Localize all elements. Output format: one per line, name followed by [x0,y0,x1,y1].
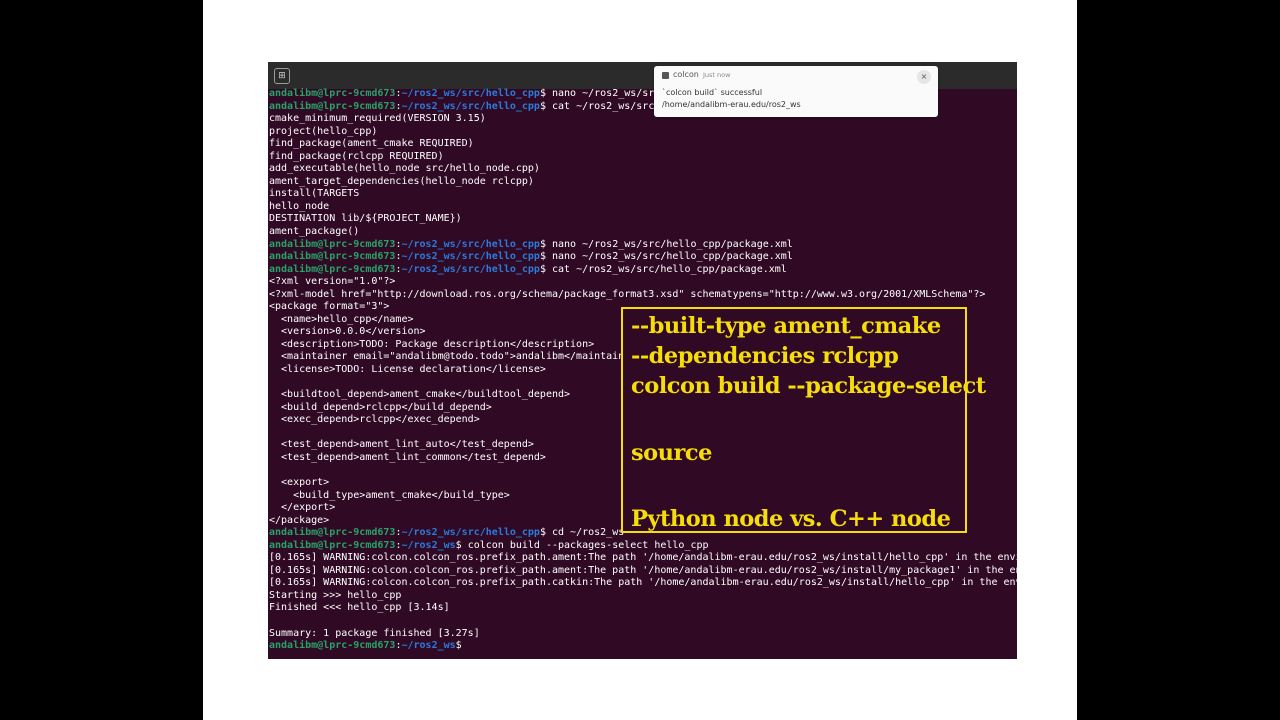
command-text: nano ~/ros2_ws/src/hello_cpp/package.xml [552,238,793,250]
command-text: nano ~/ros2_ws/src/hello_cpp/package.xml [552,251,793,263]
prompt-user: andalibm@lprc-9cmd673 [269,263,396,275]
prompt-line: andalibm@lprc-9cmd673:~/ros2_ws/src/hell… [269,251,1017,264]
prompt-path: ~/ros2_ws/src/hello_cpp [401,527,540,539]
prompt-path: ~/ros2_ws/src/hello_cpp [401,263,540,275]
annotation-box: --built-type ament_cmake --dependencies … [621,307,986,533]
new-tab-icon[interactable]: ⊞ [274,68,290,84]
output-line: add_executable(hello_node src/hello_node… [269,163,540,175]
output-line: DESTINATION lib/${PROJECT_NAME}) [269,213,462,225]
command-text: colcon build --packages-select hello_cpp [467,539,709,551]
prompt-dollar: $ [539,527,552,539]
output-line: Starting >>> hello_cpp [269,589,402,601]
prompt-line: andalibm@lprc-9cmd673:~/ros2_ws/src/hell… [269,264,1017,277]
output-line: ament_target_dependencies(hello_node rcl… [269,175,534,187]
command-text: cat ~/ros2_ws/src/hello_cpp/package.xml [552,263,787,275]
output-line: find_package(rclcpp REQUIRED) [269,150,444,162]
prompt-dollar: $ [455,539,468,551]
prompt-path: ~/ros2_ws [401,640,456,652]
prompt-path: ~/ros2_ws/src/hello_cpp [401,88,540,99]
annotation-line-5: Python node vs. C++ node [631,506,951,532]
prompt-line: andalibm@lprc-9cmd673:~/ros2_ws$ [269,640,1017,653]
annotation-line-2: --dependencies rclcpp [631,343,899,369]
prompt-line: andalibm@lprc-9cmd673:~/ros2_ws/src/hell… [269,239,1017,252]
prompt-dollar: $ [455,640,468,652]
close-icon[interactable]: × [917,70,931,84]
prompt-user: andalibm@lprc-9cmd673 [269,527,396,539]
prompt-dollar: $ [539,238,552,250]
output-line: project(hello_cpp) [269,125,378,137]
prompt-dollar: $ [539,251,552,263]
command-text: cd ~/ros2_ws [552,527,625,539]
prompt-user: andalibm@lprc-9cmd673 [269,88,396,99]
prompt-user: andalibm@lprc-9cmd673 [269,640,396,652]
prompt-path: ~/ros2_ws [401,539,456,551]
notification-time: Just now [703,71,731,79]
terminal-app-icon [662,72,669,79]
output-line: install(TARGETS [269,188,360,200]
prompt-path: ~/ros2_ws/src/hello_cpp [401,238,540,250]
notification-popup[interactable]: colcon Just now × `colcon build` success… [654,66,938,117]
prompt-path: ~/ros2_ws/src/hello_cpp [401,251,540,263]
annotation-line-3: colcon build --package-select [631,373,986,399]
output-line: Summary: 1 package finished [3.27s] [269,627,480,639]
output-line: <?xml-model href="http://download.ros.or… [269,288,986,300]
prompt-dollar: $ [539,100,552,112]
annotation-line-4: source [631,440,712,466]
output-line: [0.165s] WARNING:colcon.colcon_ros.prefi… [269,577,1017,589]
prompt-user: andalibm@lprc-9cmd673 [269,100,396,112]
prompt-user: andalibm@lprc-9cmd673 [269,539,396,551]
prompt-line: andalibm@lprc-9cmd673:~/ros2_ws$ colcon … [269,540,1017,553]
output-line: ament_package() [269,226,360,238]
output-line: hello_node [269,200,330,212]
annotation-line-1: --built-type ament_cmake [631,313,941,339]
output-line: find_package(ament_cmake REQUIRED) [269,138,474,150]
notification-app-name: colcon [673,70,699,79]
prompt-dollar: $ [539,263,552,275]
output-line: [0.165s] WARNING:colcon.colcon_ros.prefi… [269,564,1017,576]
prompt-dollar: $ [539,88,552,99]
output-line: <?xml version="1.0"?> [269,276,396,288]
notification-summary: `colcon build` successful [662,88,763,97]
prompt-user: andalibm@lprc-9cmd673 [269,251,396,263]
output-line: Finished <<< hello_cpp [3.14s] [269,602,450,614]
notification-body: /home/andalibm-erau.edu/ros2_ws [662,100,801,109]
output-line: [0.165s] WARNING:colcon.colcon_ros.prefi… [269,552,1017,564]
prompt-path: ~/ros2_ws/src/hello_cpp [401,100,540,112]
prompt-user: andalibm@lprc-9cmd673 [269,238,396,250]
